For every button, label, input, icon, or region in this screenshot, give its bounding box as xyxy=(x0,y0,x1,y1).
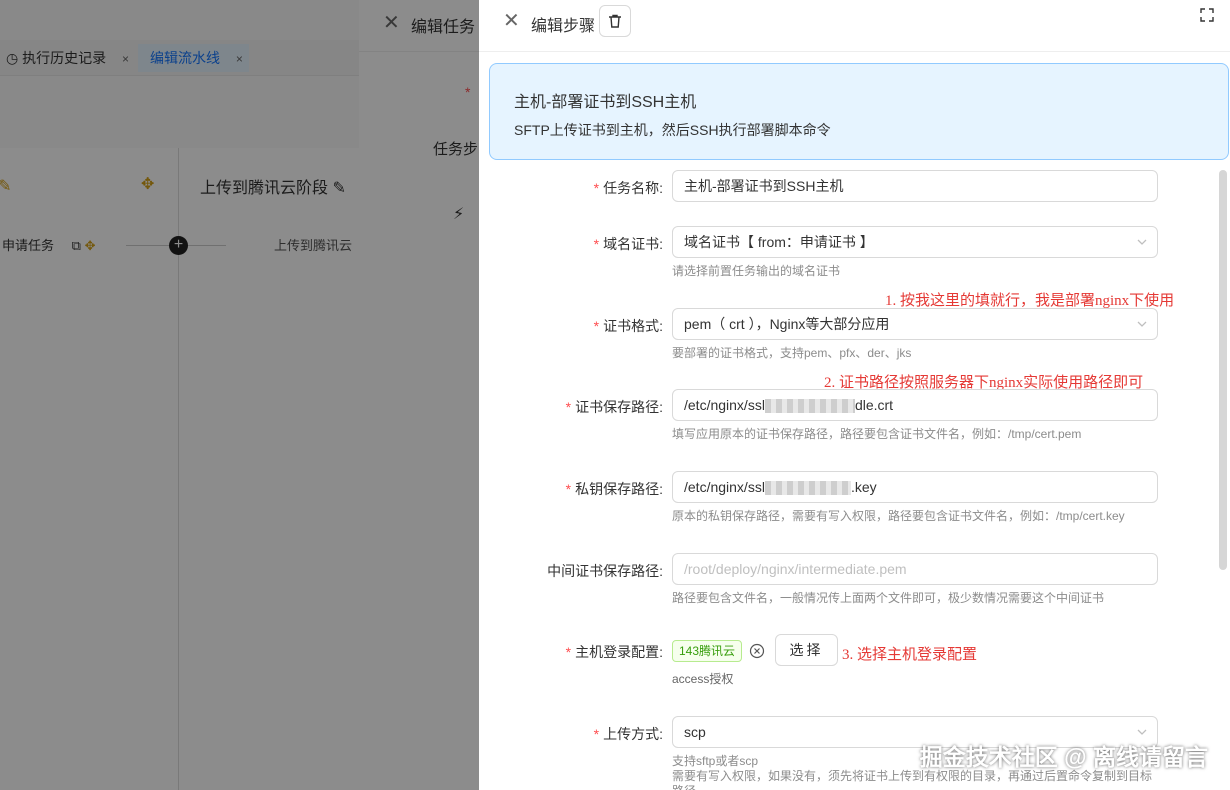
input-value-prefix: /etc/nginx/ssl xyxy=(684,397,765,413)
cert-path-input[interactable]: /etc/nginx/ssl dle.crt xyxy=(672,389,1158,421)
cert-path-label: * 证书保存路径: xyxy=(565,399,663,415)
cert-path-help: 填写应用原本的证书保存路径，路径要包含证书文件名，例如：/tmp/cert.pe… xyxy=(672,427,1082,441)
host-access-tag: 143腾讯云 xyxy=(672,640,743,662)
intermediate-path-input[interactable]: /root/deploy/nginx/intermediate.pem xyxy=(672,553,1158,585)
domain-cert-label: * 域名证书: xyxy=(593,236,663,252)
select-value: scp xyxy=(684,724,706,740)
drawer-title: 编辑步骤 xyxy=(531,18,596,35)
plugin-title: 主机-部署证书到SSH主机 xyxy=(514,94,697,111)
upload-method-help-detail-2: 路径 xyxy=(672,782,696,790)
cert-format-help: 要部署的证书格式，支持pem、pfx、der、jks xyxy=(672,346,912,360)
input-value-prefix: /etc/nginx/ssl xyxy=(684,479,765,495)
clear-icon[interactable] xyxy=(749,643,765,659)
delete-button[interactable] xyxy=(599,5,631,37)
input-value-suffix: .key xyxy=(850,479,877,495)
task-name-input[interactable]: 主机-部署证书到SSH主机 xyxy=(672,170,1158,202)
close-icon[interactable]: ✕ xyxy=(503,8,520,33)
scrollbar[interactable] xyxy=(1219,170,1227,570)
intermediate-path-label: 中间证书保存路径: xyxy=(547,563,663,579)
plugin-info-alert: 主机-部署证书到SSH主机 SFTP上传证书到主机，然后SSH执行部署脚本命令 xyxy=(489,63,1229,160)
intermediate-path-help: 路径要包含文件名，一般情况传上面两个文件即可，极少数情况需要这个中间证书 xyxy=(672,591,1105,605)
redacted-blur xyxy=(764,481,851,496)
domain-cert-select[interactable]: 域名证书【 from：申请证书 】 xyxy=(672,226,1158,258)
plugin-description: SFTP上传证书到主机，然后SSH执行部署脚本命令 xyxy=(514,122,831,138)
drawer-header: ✕ 编辑步骤 xyxy=(479,0,1230,52)
chevron-down-icon xyxy=(1137,239,1147,245)
cert-format-select[interactable]: pem（ crt ），Nginx等大部分应用 xyxy=(672,308,1158,340)
task-name-label: * 任务名称: xyxy=(593,180,663,196)
domain-cert-help: 请选择前置任务输出的域名证书 xyxy=(672,264,841,278)
chevron-down-icon xyxy=(1137,729,1147,735)
trash-icon xyxy=(609,14,621,28)
key-path-label: * 私钥保存路径: xyxy=(565,481,663,497)
input-value-suffix: dle.crt xyxy=(854,397,894,413)
choose-access-button[interactable]: 选择 xyxy=(775,634,838,666)
host-login-label: * 主机登录配置: xyxy=(565,644,663,660)
host-login-help: access授权 xyxy=(672,672,734,686)
annotation-3: 3. 选择主机登录配置 xyxy=(842,647,978,663)
watermark: 掘金技术社区 @ 离线请留言 xyxy=(919,744,1208,770)
edit-step-drawer: ✕ 编辑步骤 主机-部署证书到SSH主机 SFTP上传证书到主机，然后SSH执行… xyxy=(479,0,1230,790)
redacted-blur xyxy=(764,399,855,414)
key-path-help: 原本的私钥保存路径，需要有写入权限，路径要包含证书文件名，例如：/tmp/cer… xyxy=(672,509,1125,523)
chevron-down-icon xyxy=(1137,321,1147,327)
select-value: 域名证书【 from：申请证书 】 xyxy=(684,234,874,250)
cert-format-label: * 证书格式: xyxy=(593,318,663,334)
upload-method-label: * 上传方式: xyxy=(593,726,663,742)
annotation-1: 1. 按我这里的填就行，我是部署nginx下使用 xyxy=(885,293,1175,309)
fullscreen-icon[interactable] xyxy=(1200,8,1214,22)
select-value: pem（ crt ），Nginx等大部分应用 xyxy=(684,316,890,332)
key-path-input[interactable]: /etc/nginx/ssl .key xyxy=(672,471,1158,503)
